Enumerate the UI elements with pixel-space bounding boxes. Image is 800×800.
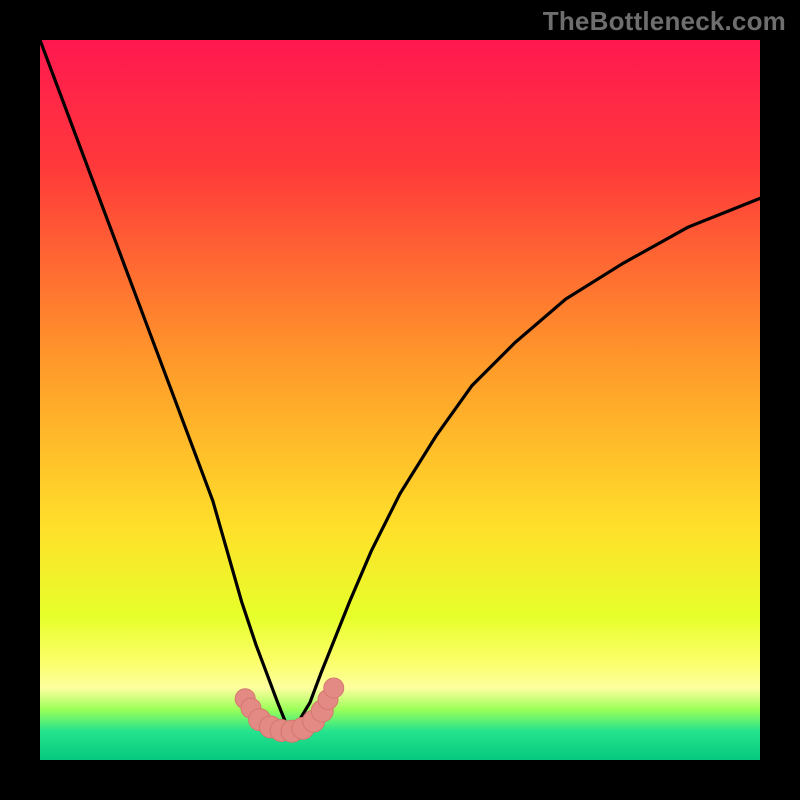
plot-area xyxy=(40,40,760,760)
watermark-text: TheBottleneck.com xyxy=(543,6,786,37)
bottleneck-curve xyxy=(40,40,760,760)
chart-frame: TheBottleneck.com xyxy=(0,0,800,800)
optimal-region-markers xyxy=(235,678,344,742)
marker-dot xyxy=(324,678,344,698)
